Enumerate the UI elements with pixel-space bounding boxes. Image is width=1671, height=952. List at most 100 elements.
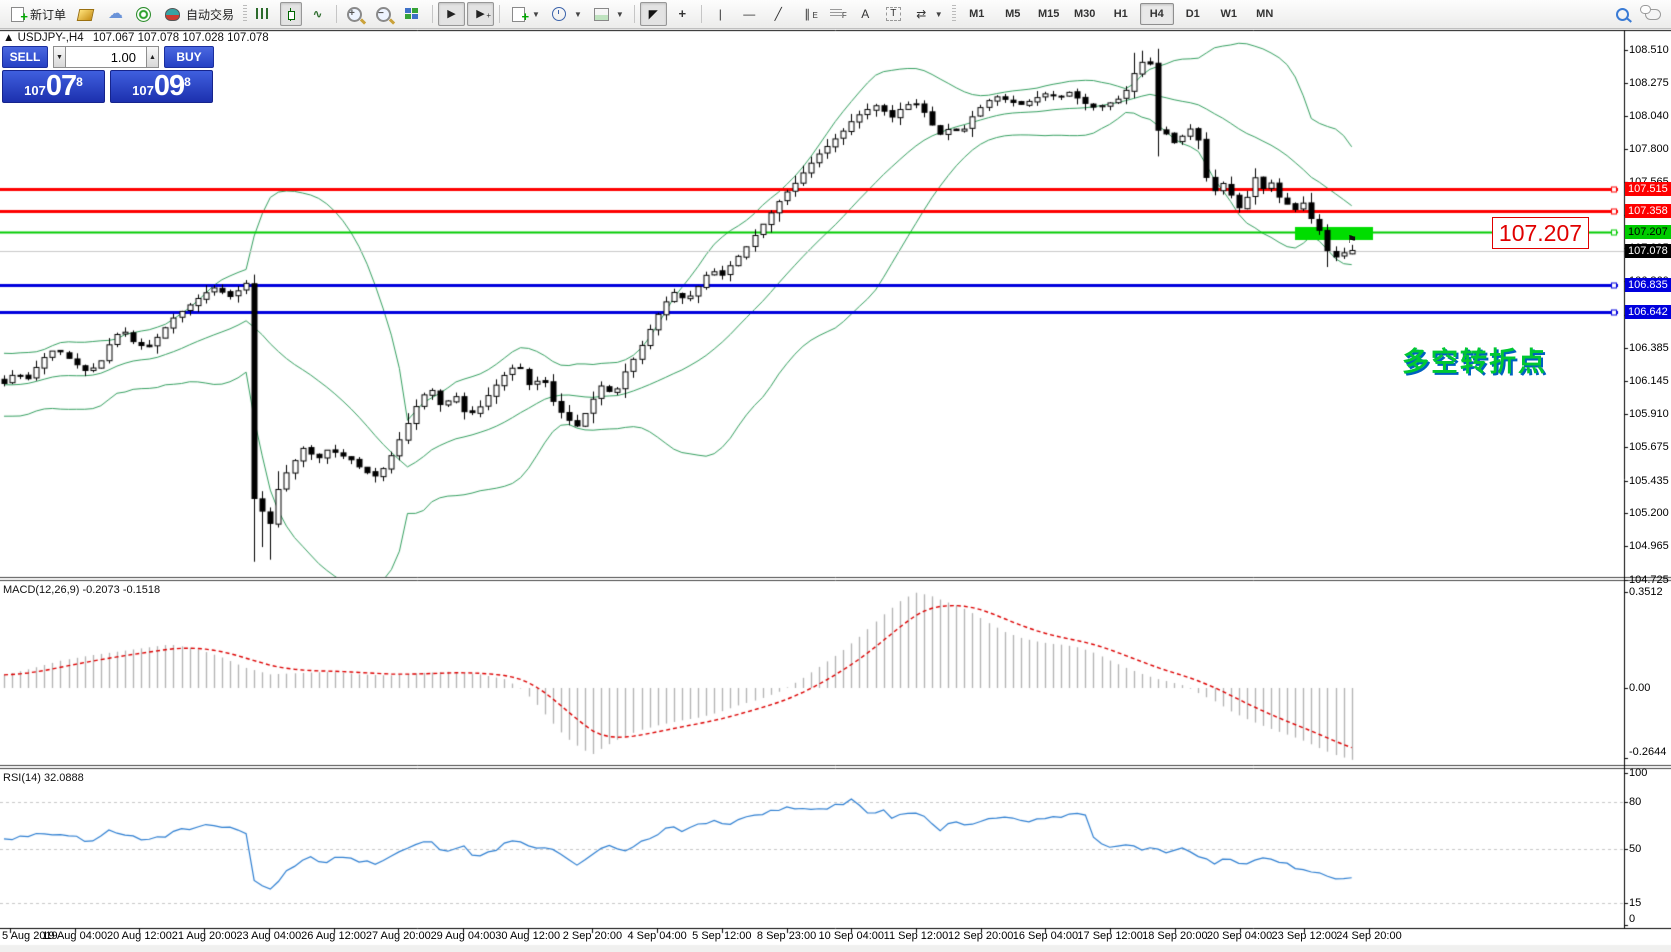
label-tool-button[interactable]: T: [881, 2, 906, 26]
channel-tool-button[interactable]: ∥E: [794, 2, 821, 26]
price-level-badge[interactable]: 106.835: [1625, 278, 1671, 292]
current-price-badge: 107.078: [1625, 244, 1671, 258]
buy-price-panel[interactable]: 107098: [110, 70, 213, 103]
template-icon: [594, 8, 609, 21]
indicators-icon: [512, 7, 525, 22]
auto-scroll-button[interactable]: ▶: [438, 2, 465, 26]
volume-input[interactable]: 1.00: [66, 46, 146, 68]
timeframe-W1[interactable]: W1: [1212, 3, 1246, 25]
templates-button[interactable]: ▼: [589, 2, 629, 26]
new-order-label: 新订单: [30, 6, 66, 23]
timeframe-H4[interactable]: H4: [1140, 3, 1174, 25]
price-level-badge[interactable]: 107.207: [1625, 225, 1671, 239]
price-tick-label: 105.675: [1629, 441, 1669, 453]
annotation-text[interactable]: 多空转折点: [1402, 340, 1547, 379]
ohlc-values: 107.067 107.078 107.028 107.078: [93, 32, 269, 44]
time-tick-label: 5 Sep 12:00: [692, 930, 751, 942]
buy-price-prefix: 107: [132, 81, 154, 101]
time-tick-label: 29 Aug 04:00: [431, 930, 496, 942]
timeframe-M15[interactable]: M15: [1032, 3, 1066, 25]
auto-scroll-icon: ▶: [443, 6, 460, 22]
time-tick-label: 27 Aug 20:00: [366, 930, 431, 942]
shapes-tool-button[interactable]: ⇄▼: [908, 2, 948, 26]
time-axis: 5 Aug 201919 Aug 04:0020 Aug 12:0021 Aug…: [0, 930, 1671, 945]
time-tick-label: 2 Sep 20:00: [563, 930, 622, 942]
toolbar-grip: [243, 5, 247, 23]
hline-tool-button[interactable]: —: [736, 2, 763, 26]
sell-price-panel[interactable]: 107078: [2, 70, 105, 103]
timeframe-M5[interactable]: M5: [996, 3, 1030, 25]
price-tick-label: 104.965: [1629, 540, 1669, 552]
autotrade-button[interactable]: 自动交易: [160, 2, 239, 26]
one-click-trading-widget: SELL ▼ 1.00 ▲ BUY 107078 107098: [2, 46, 214, 105]
time-tick-label: 18 Sep 20:00: [1142, 930, 1207, 942]
cursor-button[interactable]: ◤: [640, 2, 667, 26]
sell-label: SELL: [10, 50, 41, 64]
search-button[interactable]: [1611, 2, 1638, 26]
timeframe-M1[interactable]: M1: [960, 3, 994, 25]
signals-button[interactable]: [131, 2, 158, 26]
price-level-badge[interactable]: 107.358: [1625, 204, 1671, 218]
line-chart-button[interactable]: ∿: [304, 2, 331, 26]
time-tick-label: 12 Sep 20:00: [948, 930, 1013, 942]
market-button[interactable]: [73, 2, 100, 26]
macd-tick-label: -0.2644: [1629, 746, 1666, 758]
zoom-in-button[interactable]: +: [342, 2, 369, 26]
separator: [336, 5, 337, 23]
timeframe-MN[interactable]: MN: [1248, 3, 1282, 25]
flag-marker-icon[interactable]: ⚑: [1347, 233, 1357, 246]
candle-chart-button[interactable]: [280, 2, 302, 26]
price-level-badge[interactable]: 106.642: [1625, 305, 1671, 319]
time-tick-label: 21 Aug 20:00: [172, 930, 237, 942]
time-tick-label: 23 Aug 04:00: [236, 930, 301, 942]
chart-title: ▲ USDJPY-,H4 107.067 107.078 107.028 107…: [3, 32, 269, 44]
label-icon: T: [886, 7, 901, 21]
price-level-badge[interactable]: 107.515: [1625, 182, 1671, 196]
indicators-button[interactable]: ▼: [505, 2, 545, 26]
vline-tool-button[interactable]: |: [707, 2, 734, 26]
timeframe-H1[interactable]: H1: [1104, 3, 1138, 25]
volume-down-button[interactable]: ▼: [53, 46, 66, 68]
volume-up-button[interactable]: ▲: [146, 46, 159, 68]
macd-label: MACD(12,26,9) -0.2073 -0.1518: [3, 584, 160, 596]
new-order-button[interactable]: 新订单: [4, 2, 71, 26]
line-chart-icon: ∿: [309, 6, 326, 22]
search-icon: [1616, 8, 1629, 21]
crosshair-button[interactable]: +: [669, 2, 696, 26]
rsi-tick-label: 15: [1629, 897, 1641, 909]
periods-button[interactable]: ▼: [547, 2, 587, 26]
rsi-tick-label: 50: [1629, 843, 1641, 855]
trendline-tool-button[interactable]: ╱: [765, 2, 792, 26]
buy-button[interactable]: BUY: [164, 46, 214, 68]
sell-price-big: 07: [46, 72, 76, 101]
chat-button[interactable]: [1640, 2, 1667, 26]
sell-price-prefix: 107: [24, 81, 46, 101]
cursor-icon: ◤: [645, 6, 662, 22]
zoom-out-button[interactable]: −: [371, 2, 398, 26]
text-tool-button[interactable]: A: [852, 2, 879, 26]
chart-shift-button[interactable]: ▶+: [467, 2, 494, 26]
timeframe-M30[interactable]: M30: [1068, 3, 1102, 25]
price-tick-label: 106.145: [1629, 375, 1669, 387]
timeframe-D1[interactable]: D1: [1176, 3, 1210, 25]
toolbar-grip: [952, 5, 956, 23]
signal-icon: [136, 7, 151, 22]
time-tick-label: 23 Sep 12:00: [1272, 930, 1337, 942]
toolbar: 新订单 ☁ 自动交易 ∿ + − ▶ ▶+ ▼ ▼ ▼ ◤ + | — ╱ ∥E…: [0, 0, 1671, 29]
time-tick-label: 16 Sep 04:00: [1013, 930, 1078, 942]
volume-stepper: ▼ 1.00 ▲: [53, 46, 159, 68]
time-tick-label: 24 Sep 20:00: [1336, 930, 1401, 942]
chart-shift-icon: ▶+: [472, 6, 489, 22]
bar-chart-button[interactable]: [251, 2, 278, 26]
tile-windows-button[interactable]: [400, 2, 427, 26]
time-tick-label: 8 Sep 23:00: [757, 930, 816, 942]
hline-icon: —: [741, 6, 758, 22]
price-callout-107207[interactable]: 107.207: [1492, 217, 1589, 249]
symbol-period: USDJPY-,H4: [18, 32, 84, 44]
chart-canvas[interactable]: [0, 0, 1671, 952]
sell-button[interactable]: SELL: [2, 46, 48, 68]
fibonacci-tool-button[interactable]: F: [823, 2, 850, 26]
price-tick-label: 108.510: [1629, 44, 1669, 56]
community-button[interactable]: ☁: [102, 2, 129, 26]
sell-price-sup: 8: [76, 76, 83, 88]
